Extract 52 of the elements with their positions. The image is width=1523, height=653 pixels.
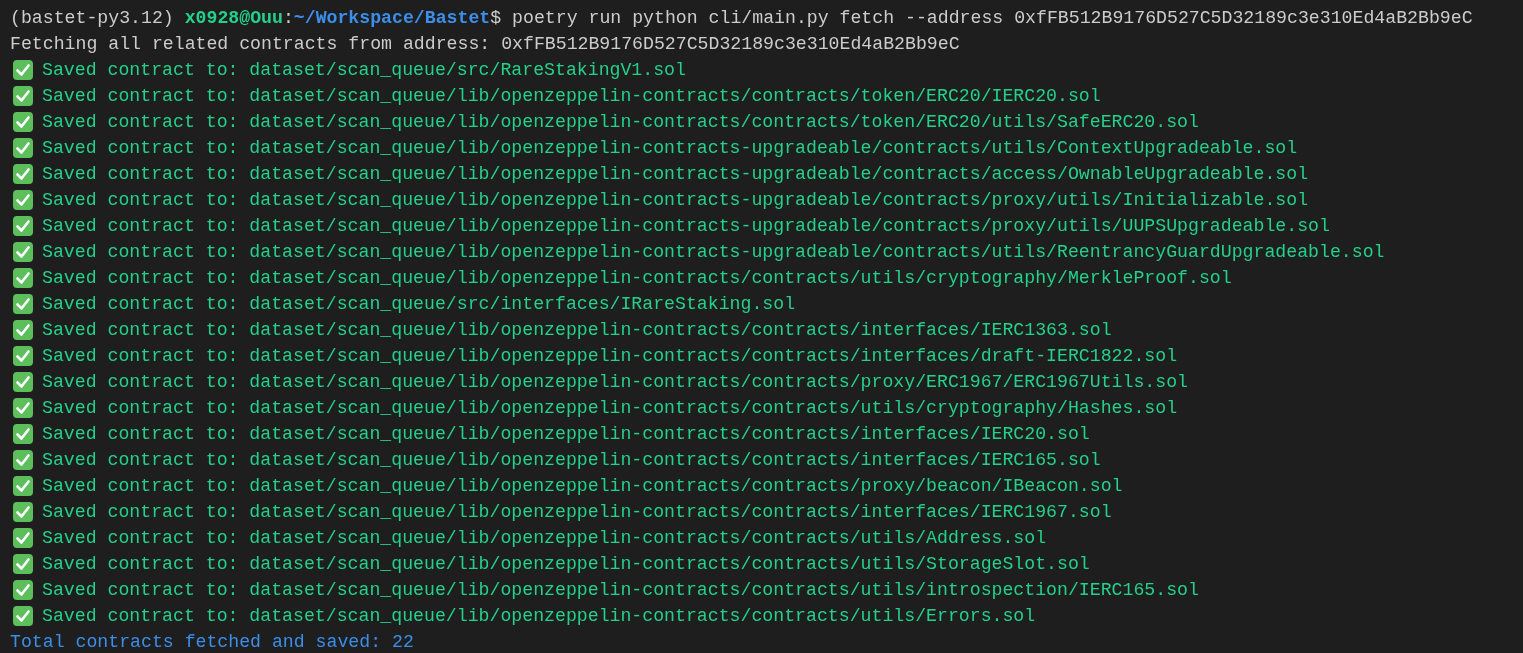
check-mark-icon (12, 293, 34, 315)
check-mark-icon (12, 449, 34, 471)
saved-message: Saved contract to: dataset/scan_queue/lib/openzeppelin-contracts/contracts/interfaces/IERC1363.sol (42, 319, 1112, 342)
check-mark-icon (12, 241, 34, 263)
saved-message: Saved contract to: dataset/scan_queue/lib/openzeppelin-contracts/contracts/utils/StorageSlot.sol (42, 553, 1090, 576)
check-mark-icon (12, 267, 34, 289)
saved-message: Saved contract to: dataset/scan_queue/lib/openzeppelin-contracts-upgradeable/contracts/utils/ContextUpgradeable.sol (42, 137, 1298, 160)
saved-message: Saved contract to: dataset/scan_queue/lib/openzeppelin-contracts/contracts/interfaces/IERC165.sol (42, 449, 1101, 472)
check-mark-icon (12, 605, 34, 627)
saved-message: Saved contract to: dataset/scan_queue/lib/openzeppelin-contracts-upgradeable/contracts/proxy/utils/Initializable.sol (42, 189, 1309, 212)
check-mark-icon (12, 501, 34, 523)
saved-message: Saved contract to: dataset/scan_queue/lib/openzeppelin-contracts/contracts/interfaces/draft-IERC1822.sol (42, 345, 1178, 368)
saved-message: Saved contract to: dataset/scan_queue/lib/openzeppelin-contracts/contracts/interfaces/IERC20.sol (42, 423, 1090, 446)
saved-message: Saved contract to: dataset/scan_queue/lib/openzeppelin-contracts/contracts/utils/Address.sol (42, 527, 1047, 550)
user-host: x0928@Ouu (184, 7, 283, 30)
saved-message: Saved contract to: dataset/scan_queue/lib/openzeppelin-contracts/contracts/proxy/beacon/IBeacon.sol (42, 475, 1123, 498)
saved-message: Saved contract to: dataset/scan_queue/lib/openzeppelin-contracts-upgradeable/contracts/utils/ReentrancyGuardUpgradeable.sol (42, 241, 1385, 264)
saved-message: Saved contract to: dataset/scan_queue/src/interfaces/IRareStaking.sol (42, 293, 796, 316)
saved-message: Saved contract to: dataset/scan_queue/lib/openzeppelin-contracts/contracts/utils/Errors.sol (42, 605, 1036, 628)
check-mark-icon (12, 189, 34, 211)
check-mark-icon (12, 215, 34, 237)
saved-message: Saved contract to: dataset/scan_queue/src/RareStakingV1.sol (42, 59, 686, 82)
saved-message: Saved contract to: dataset/scan_queue/lib/openzeppelin-contracts/contracts/interfaces/IERC1967.sol (42, 501, 1112, 524)
check-mark-icon (12, 423, 34, 445)
check-mark-icon (12, 371, 34, 393)
saved-message: Saved contract to: dataset/scan_queue/lib/openzeppelin-contracts/contracts/utils/cryptography/MerkleProof.sol (42, 267, 1232, 290)
saved-message: Saved contract to: dataset/scan_queue/lib/openzeppelin-contracts/contracts/utils/cryptography/Hashes.sol (42, 397, 1178, 420)
check-mark-icon (12, 163, 34, 185)
check-mark-icon (12, 579, 34, 601)
prompt-symbol: $ (490, 7, 503, 30)
check-mark-icon (12, 553, 34, 575)
summary-line: Total contracts fetched and saved: 22 (10, 631, 414, 653)
check-mark-icon (12, 319, 34, 341)
saved-message: Saved contract to: dataset/scan_queue/lib/openzeppelin-contracts/contracts/proxy/ERC1967/ERC1967Utils.sol (42, 371, 1188, 394)
check-mark-icon (12, 85, 34, 107)
check-mark-icon (12, 527, 34, 549)
check-mark-icon (12, 111, 34, 133)
saved-message: Saved contract to: dataset/scan_queue/lib/openzeppelin-contracts/contracts/token/ERC20/utils/SafeERC20.sol (42, 111, 1199, 134)
check-mark-icon (12, 475, 34, 497)
check-mark-icon (12, 137, 34, 159)
saved-message: Saved contract to: dataset/scan_queue/lib/openzeppelin-contracts-upgradeable/contracts/access/OwnableUpgradeable.sol (42, 163, 1309, 186)
command-text: poetry run python cli/main.py fetch --address 0xfFB512B9176D527C5D32189c3e310Ed4aB2Bb9eC (512, 7, 1473, 30)
saved-message: Saved contract to: dataset/scan_queue/lib/openzeppelin-contracts-upgradeable/contracts/proxy/utils/UUPSUpgradeable.sol (42, 215, 1330, 238)
prompt-separator: : (282, 7, 294, 30)
check-mark-icon (12, 345, 34, 367)
saved-message: Saved contract to: dataset/scan_queue/lib/openzeppelin-contracts/contracts/token/ERC20/IERC20.sol (42, 85, 1101, 108)
output-line: Fetching all related contracts from address: 0xfFB512B9176D527C5D32189c3e310Ed4aB2Bb9eC (10, 33, 960, 56)
saved-message: Saved contract to: dataset/scan_queue/lib/openzeppelin-contracts/contracts/utils/introspection/IERC165.sol (42, 579, 1199, 602)
working-directory: ~/Workspace/Bastet (293, 7, 491, 30)
check-mark-icon (12, 59, 34, 81)
virtualenv-label: (bastet-py3.12) (10, 7, 175, 30)
check-mark-icon (12, 397, 34, 419)
